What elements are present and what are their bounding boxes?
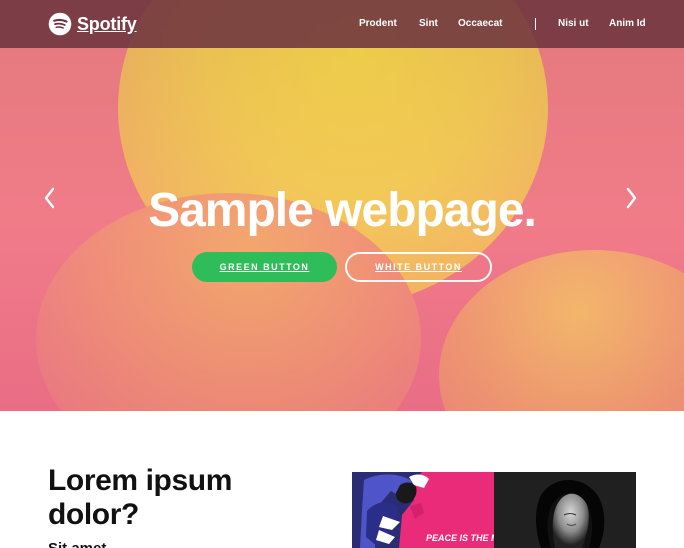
- chevron-left-icon: [44, 187, 55, 209]
- nav-link-occaecat[interactable]: Occaecat: [458, 16, 514, 32]
- content-section: Lorem ipsum dolor? Sit amet PEACE IS THE…: [0, 411, 684, 548]
- spotify-logo-icon: [48, 12, 72, 36]
- top-navigation-bar: Spotify Prodent Sint Occaecat Nisi ut An…: [0, 0, 684, 48]
- green-button[interactable]: GREEN BUTTON: [192, 252, 337, 282]
- hero-section: Spotify Prodent Sint Occaecat Nisi ut An…: [0, 0, 684, 411]
- nav-link-nisi-ut[interactable]: Nisi ut: [558, 16, 598, 32]
- carousel-previous-button[interactable]: [40, 184, 58, 212]
- carousel-next-button[interactable]: [623, 184, 641, 212]
- hero-title: Sample webpage.: [148, 184, 537, 238]
- album-cover-peace-mission: PEACE IS THE MISSION: [352, 472, 494, 548]
- white-button[interactable]: WHITE BUTTON: [345, 252, 492, 282]
- spotify-brand-label: Spotify: [77, 14, 137, 34]
- spotify-home-link[interactable]: Spotify: [48, 10, 137, 38]
- section-subtitle: Sit amet: [48, 540, 106, 548]
- chevron-right-icon: [626, 187, 637, 209]
- nav-link-prodent[interactable]: Prodent: [359, 16, 409, 32]
- album-art-portrait: [494, 472, 636, 548]
- album-artwork-strip: PEACE IS THE MISSION: [352, 472, 636, 548]
- nav-divider: [535, 18, 536, 30]
- album-cover-portrait: [494, 472, 636, 548]
- album-art-peace-mission: PEACE IS THE MISSION: [352, 472, 494, 548]
- hero-button-group: GREEN BUTTON WHITE BUTTON: [192, 252, 492, 282]
- spotify-sample-webpage: Spotify Prodent Sint Occaecat Nisi ut An…: [0, 0, 684, 548]
- section-title: Lorem ipsum dolor?: [48, 463, 232, 531]
- primary-navigation: Prodent Sint Occaecat Nisi ut Anim Id: [359, 16, 649, 32]
- nav-link-sint[interactable]: Sint: [419, 16, 458, 32]
- album-cover-text: PEACE IS THE MISSION: [426, 533, 494, 543]
- nav-link-anim-id[interactable]: Anim Id: [609, 16, 649, 32]
